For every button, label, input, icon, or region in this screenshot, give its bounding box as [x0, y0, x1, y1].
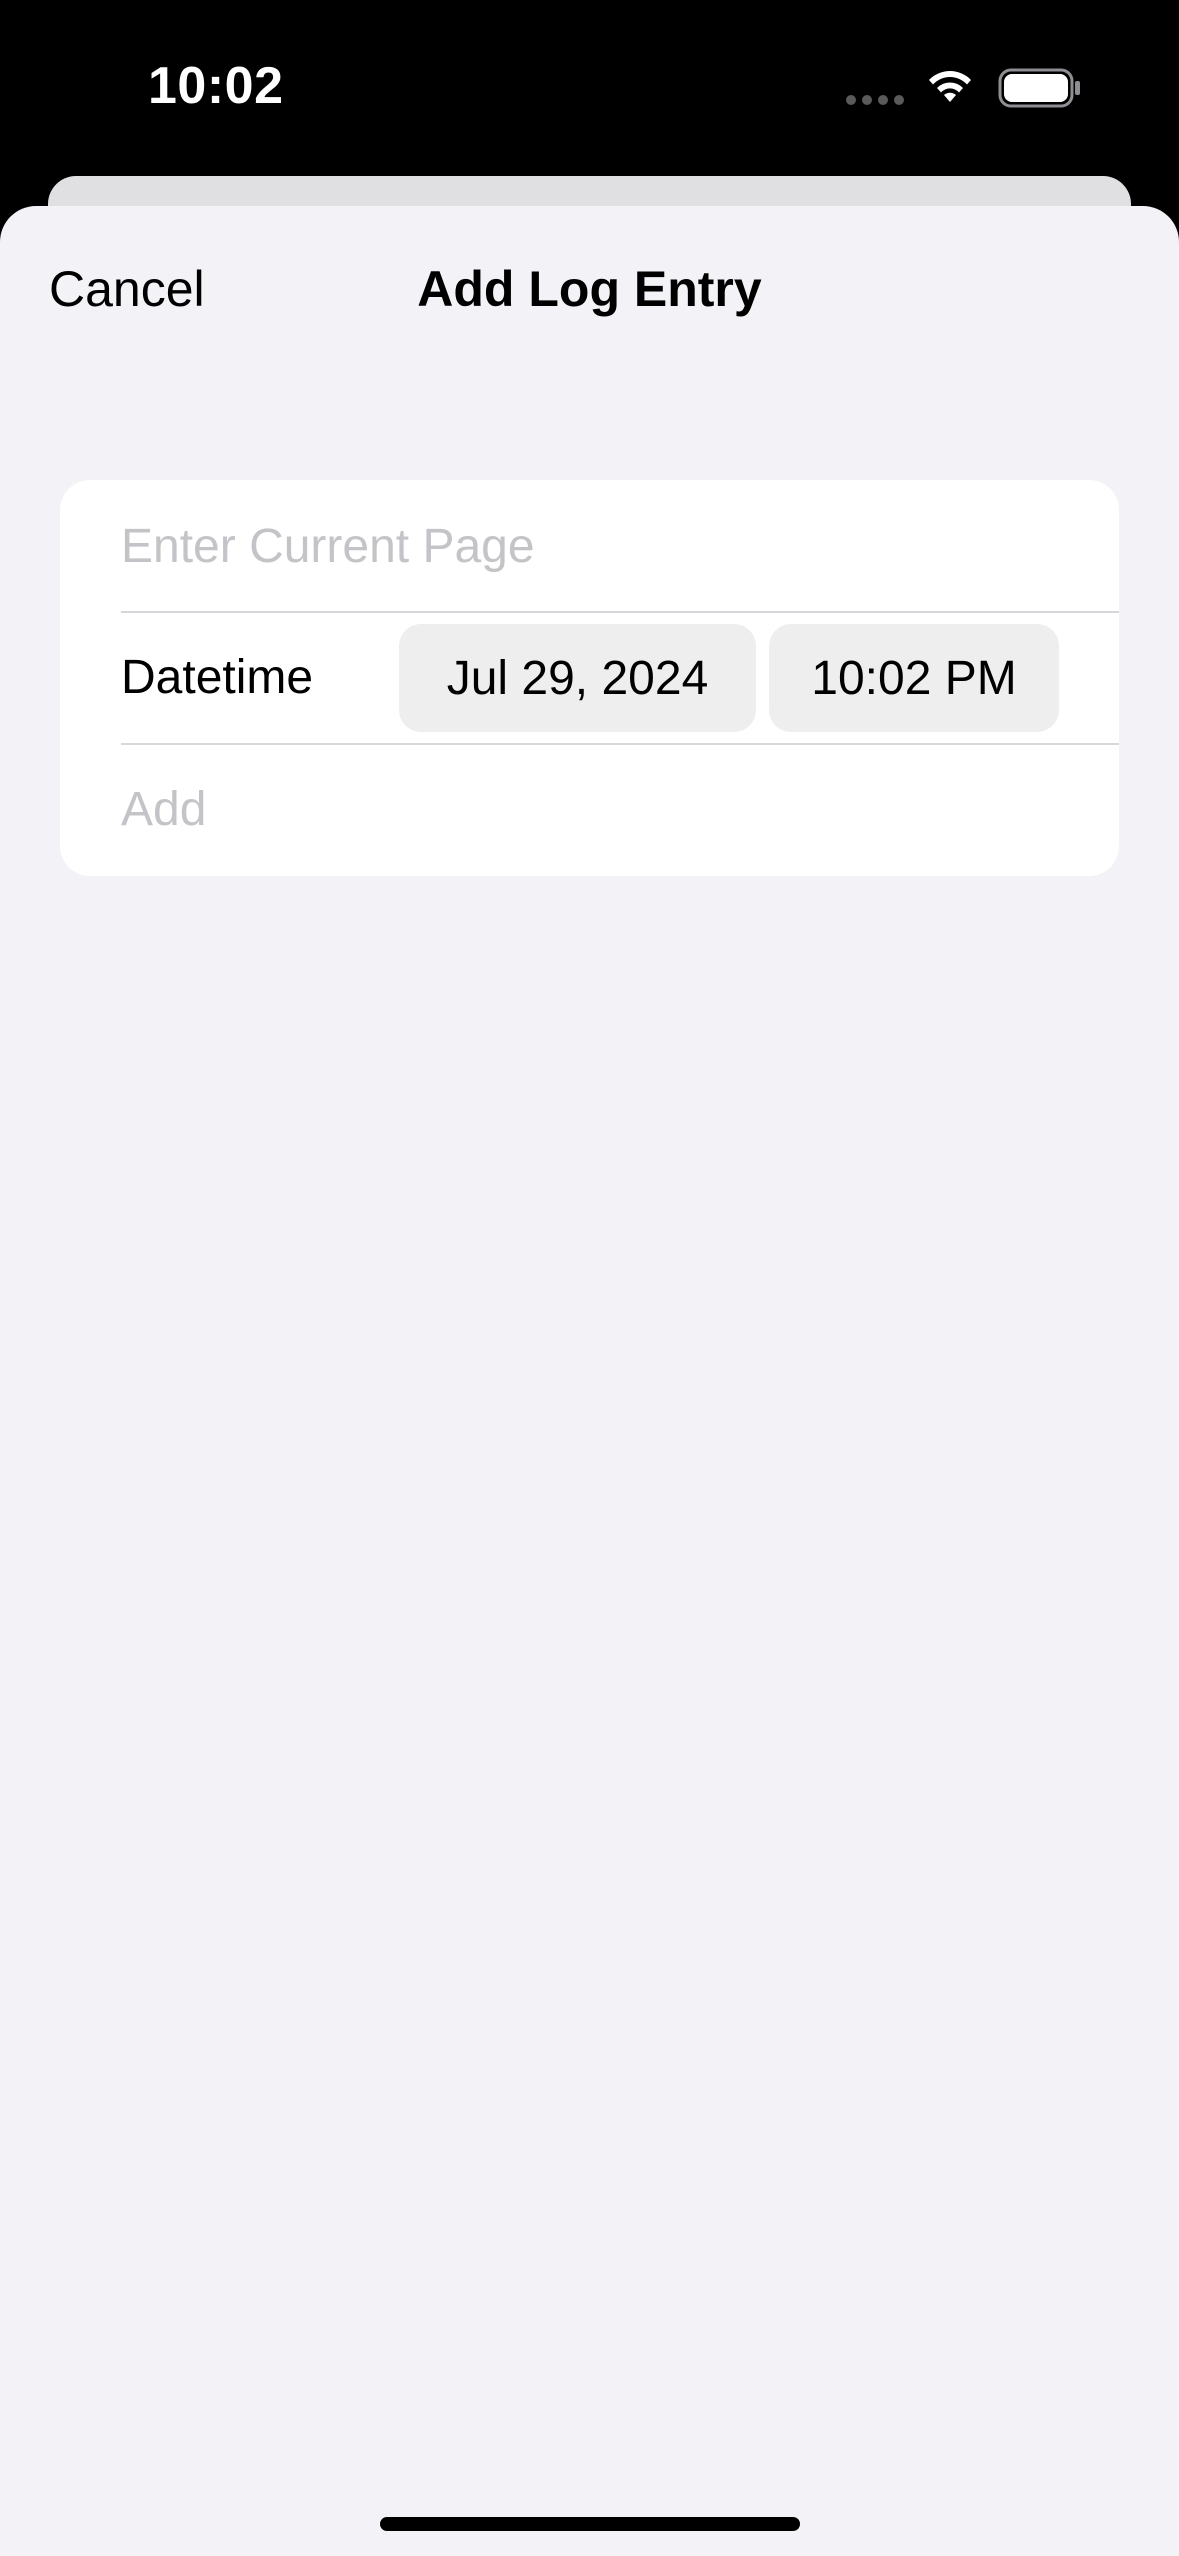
wifi-icon — [929, 71, 971, 102]
datetime-row: Datetime Jul 29, 2024 10:02 PM — [60, 612, 1119, 744]
battery-icon — [998, 68, 1080, 108]
time-value: 10:02 PM — [811, 651, 1017, 705]
screen: 10:02 Cancel Add Log Entry Datetime Jul … — [0, 0, 1179, 2556]
add-row: Add — [60, 744, 1119, 876]
current-page-input[interactable] — [121, 510, 1081, 582]
date-value: Jul 29, 2024 — [446, 651, 709, 705]
datetime-label: Datetime — [121, 651, 314, 704]
add-button[interactable]: Add — [121, 744, 206, 876]
home-indicator[interactable] — [380, 2517, 800, 2531]
date-picker-button[interactable]: Jul 29, 2024 — [399, 624, 756, 732]
time-picker-button[interactable]: 10:02 PM — [769, 624, 1059, 732]
page-title: Add Log Entry — [417, 261, 762, 317]
form-card: Datetime Jul 29, 2024 10:02 PM Add — [60, 480, 1119, 876]
current-page-row — [60, 480, 1119, 612]
status-bar-time: 10:02 — [148, 57, 284, 115]
cellular-signal-icon — [846, 95, 904, 105]
